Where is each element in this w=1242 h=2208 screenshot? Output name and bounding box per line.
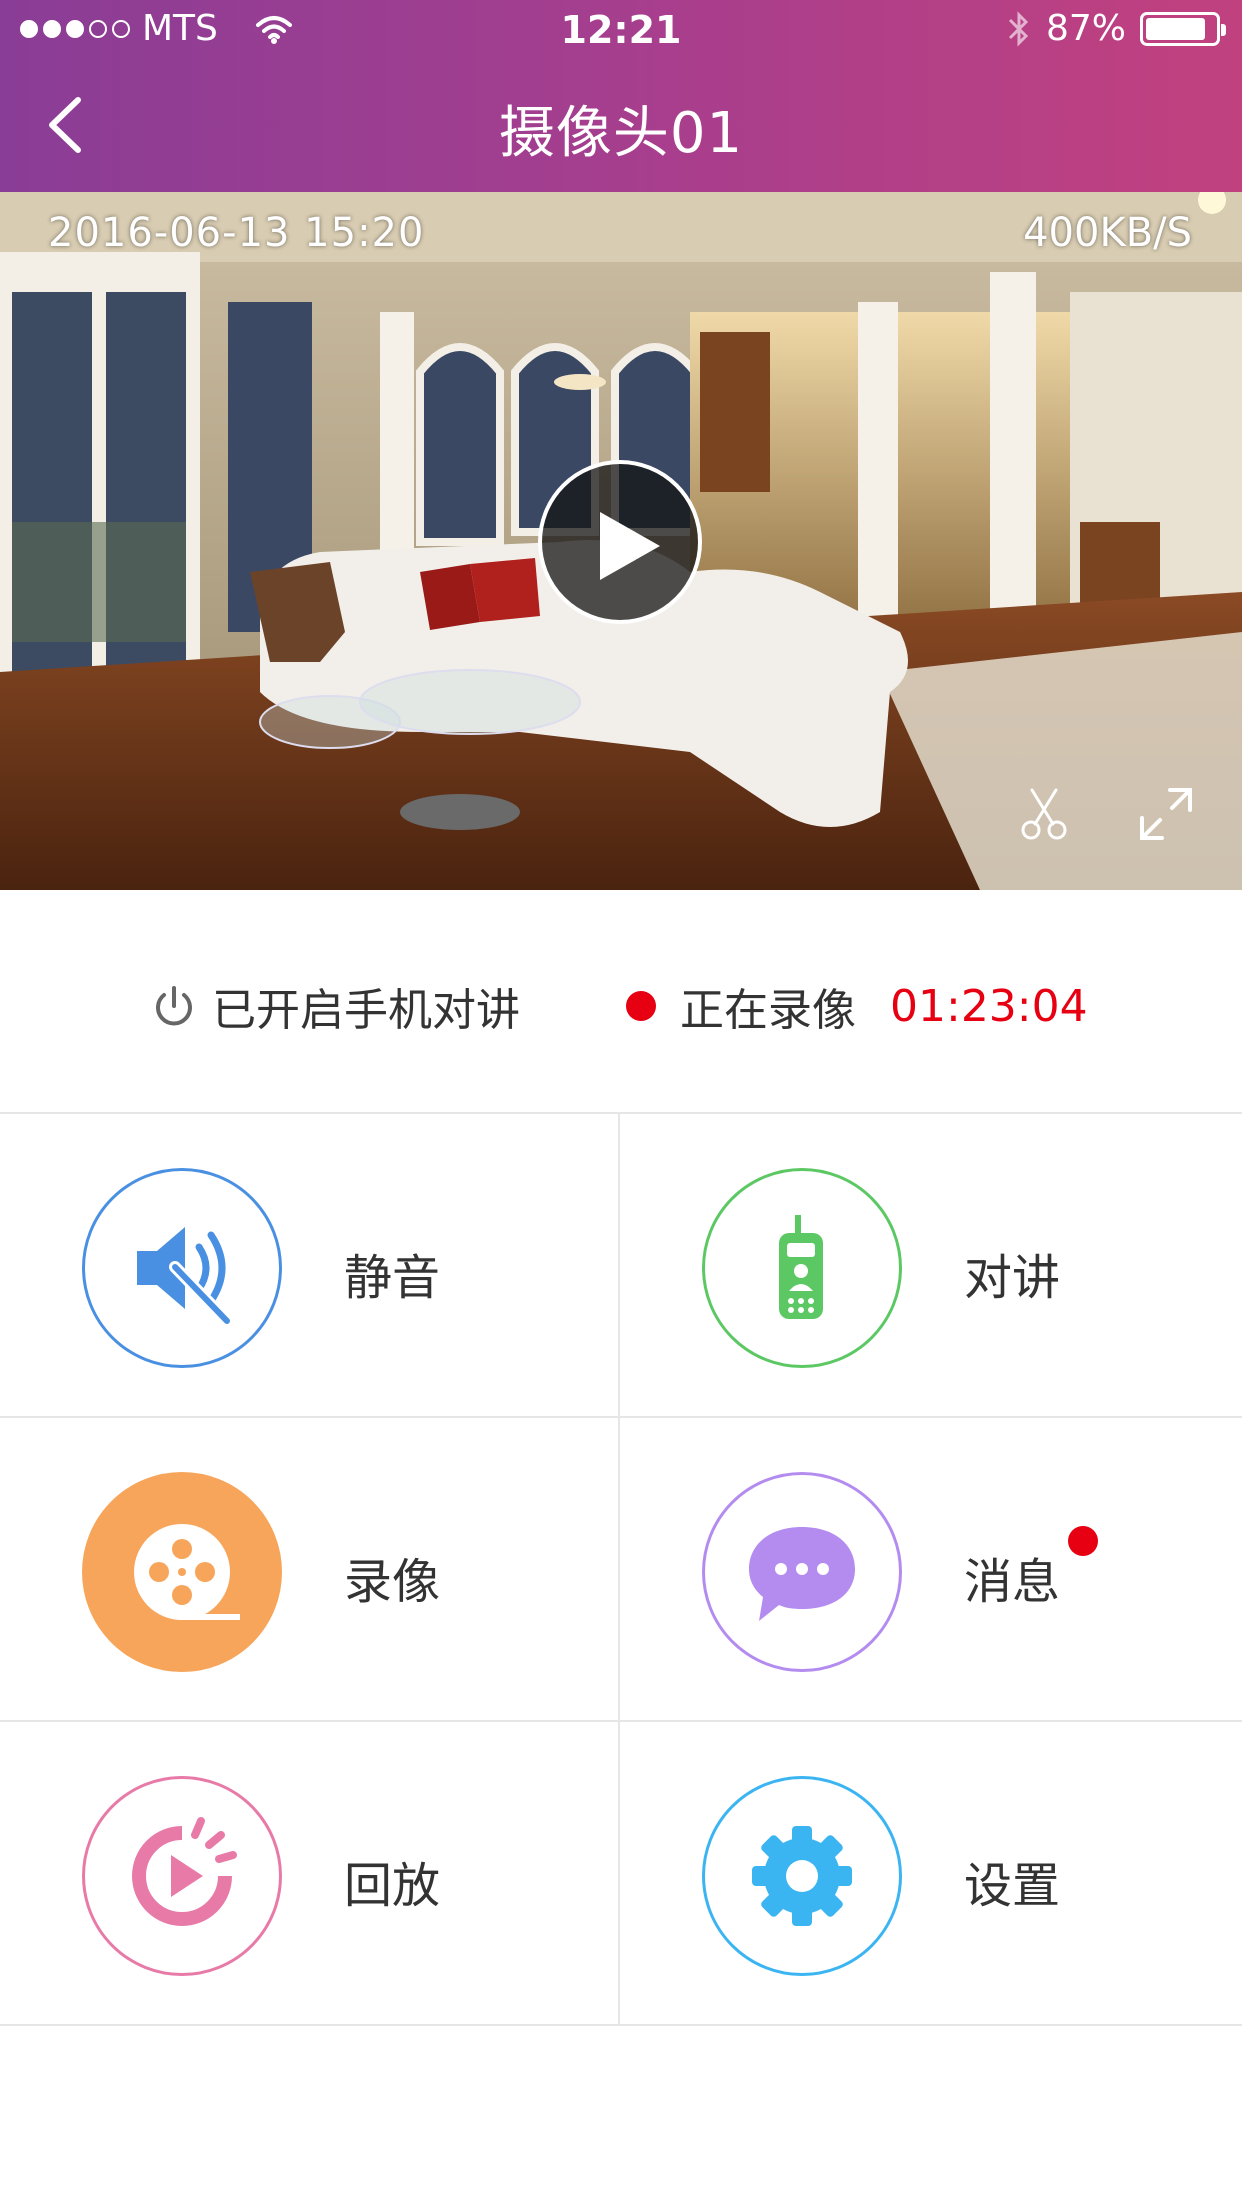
settings-button[interactable]: 设置 (620, 1722, 1240, 2026)
messages-button[interactable]: 消息 (620, 1418, 1240, 1722)
battery-percent: 87% (1045, 8, 1126, 49)
playback-label: 回放 (344, 1858, 441, 1914)
video-timestamp: 2016-06-13 15:20 (48, 210, 425, 256)
power-icon (156, 986, 192, 1026)
mute-label: 静音 (344, 1250, 441, 1306)
scissors-icon[interactable] (1016, 786, 1072, 842)
intercom-status[interactable]: 已开启手机对讲 (152, 974, 520, 1038)
intercom-icon-circle (702, 1168, 902, 1368)
battery-level (1146, 17, 1206, 40)
mute-button[interactable]: 静音 (0, 1114, 620, 1418)
page-title: 摄像头01 (498, 101, 744, 166)
messages-label: 消息 (964, 1554, 1061, 1610)
gear-icon (752, 1826, 852, 1926)
speaker-mute-icon (137, 1227, 233, 1327)
record-label: 录像 (344, 1554, 441, 1610)
status-row: 已开启手机对讲 正在录像 01:23:04 (0, 890, 1242, 1114)
playback-button[interactable]: 回放 (0, 1722, 620, 2026)
settings-label: 设置 (964, 1858, 1061, 1914)
mute-icon-circle (82, 1168, 282, 1368)
recording-status-label: 正在录像 (680, 985, 856, 1036)
status-bar: MTS 12:21 87% (0, 0, 1242, 60)
recording-status: 正在录像 01:23:04 (626, 974, 1088, 1038)
unread-badge (1068, 1526, 1098, 1556)
nav-bar: 摄像头01 (0, 60, 1242, 192)
recording-dot-icon (626, 991, 656, 1021)
intercom-button[interactable]: 对讲 (620, 1114, 1240, 1418)
record-icon-circle (82, 1472, 282, 1672)
camera-video-view[interactable]: 2016-06-13 15:20 400KB/S (0, 192, 1242, 890)
playback-icon (132, 1817, 237, 1926)
bluetooth-icon (1008, 10, 1029, 47)
playback-icon-circle (82, 1776, 282, 1976)
app-header: MTS 12:21 87% 摄像头01 (0, 0, 1242, 192)
function-grid: 静音 对讲 录像 消息 回放 设置 (0, 1114, 1242, 2026)
battery-icon (1140, 11, 1226, 46)
record-button[interactable]: 录像 (0, 1418, 620, 1722)
walkie-talkie-icon (779, 1215, 823, 1319)
settings-icon-circle (702, 1776, 902, 1976)
intercom-status-label: 已开启手机对讲 (212, 985, 520, 1036)
play-button[interactable] (538, 460, 702, 624)
film-reel-icon (134, 1524, 240, 1620)
video-bitrate: 400KB/S (1023, 210, 1192, 256)
expand-icon[interactable] (1138, 786, 1194, 842)
chat-bubble-icon (749, 1527, 855, 1621)
recording-timer: 01:23:04 (890, 980, 1088, 1032)
messages-icon-circle (702, 1472, 902, 1672)
play-icon (600, 512, 660, 580)
intercom-label: 对讲 (964, 1250, 1061, 1306)
status-right: 87% (1006, 8, 1226, 49)
